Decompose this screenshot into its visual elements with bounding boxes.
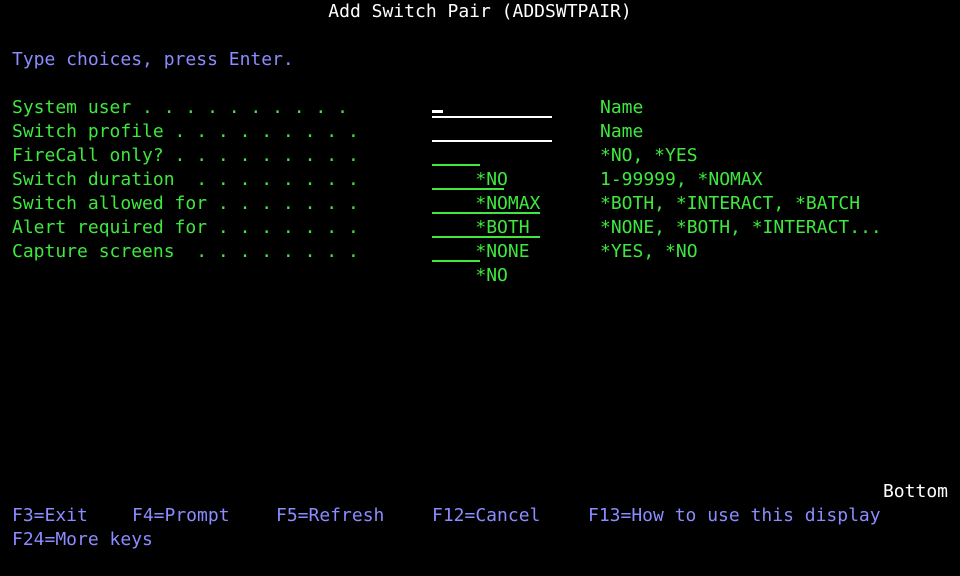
field-label-switch-duration: Switch duration . . . . . . . . (12, 169, 359, 190)
switch-profile-input[interactable] (475, 145, 596, 167)
firecall-only-input-wrapper[interactable] (432, 144, 524, 191)
f5-refresh-key[interactable]: F5=Refresh (276, 504, 384, 528)
field-label-system-user: System user . . . . . . . . . . (12, 97, 359, 118)
field-hint-system-user: Name (600, 97, 644, 118)
more-indicator: Bottom (882, 481, 948, 502)
field-hint-alert-required-for: *NONE, *BOTH, *INTERACT... (600, 217, 882, 238)
f13-help-key[interactable]: F13=How to use this display (588, 504, 881, 528)
capture-screens-input[interactable] (475, 265, 524, 287)
alert-required-for-input[interactable] (475, 241, 584, 263)
f4-prompt-key[interactable]: F4=Prompt (132, 504, 230, 528)
switch-allowed-for-input-wrapper[interactable] (432, 192, 584, 239)
field-label-capture-screens: Capture screens . . . . . . . . (12, 241, 359, 262)
instruction-text: Type choices, press Enter. (12, 49, 294, 70)
capture-screens-input-wrapper[interactable] (432, 240, 524, 287)
switch-profile-input-wrapper[interactable] (432, 120, 596, 167)
f24-more-keys[interactable]: F24=More keys (12, 528, 153, 552)
screen-title: Add Switch Pair (ADDSWTPAIR) (328, 1, 632, 22)
field-hint-switch-profile: Name (600, 121, 644, 142)
text-cursor (432, 110, 443, 113)
switch-duration-input-wrapper[interactable] (432, 168, 548, 215)
field-hint-switch-allowed-for: *BOTH, *INTERACT, *BATCH (600, 193, 861, 214)
f3-exit-key[interactable]: F3=Exit (12, 504, 88, 528)
field-hint-firecall-only: *NO, *YES (600, 145, 698, 166)
f12-cancel-key[interactable]: F12=Cancel (432, 504, 540, 528)
field-label-firecall-only: FireCall only? . . . . . . . . . (12, 145, 359, 166)
field-hint-capture-screens: *YES, *NO (600, 241, 698, 262)
terminal-screen: Add Switch Pair (ADDSWTPAIR) Type choice… (0, 0, 960, 576)
field-label-switch-allowed-for: Switch allowed for . . . . . . . (12, 193, 359, 214)
field-hint-switch-duration: 1-99999, *NOMAX (600, 169, 763, 190)
system-user-input-wrapper[interactable] (432, 96, 596, 143)
alert-required-for-input-wrapper[interactable] (432, 216, 584, 263)
field-label-alert-required-for: Alert required for . . . . . . . (12, 217, 359, 238)
field-label-switch-profile: Switch profile . . . . . . . . . (12, 121, 359, 142)
